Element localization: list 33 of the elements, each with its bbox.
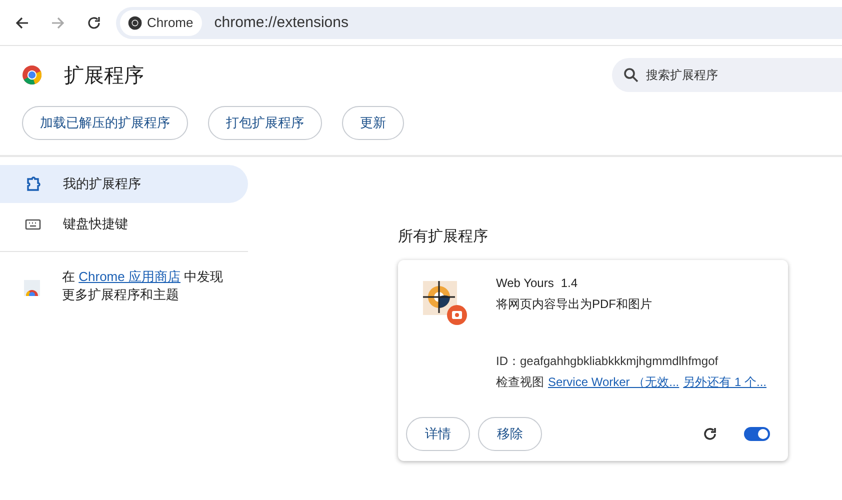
card-button[interactable]: 详情 bbox=[406, 417, 470, 451]
url-text: chrome://extensions bbox=[214, 14, 348, 31]
inspect-link[interactable]: 另外还有 1 个... bbox=[683, 374, 766, 391]
search-icon bbox=[623, 67, 639, 83]
address-bar[interactable]: Chrome chrome://extensions bbox=[116, 6, 842, 38]
extension-description: 将网页内容导出为PDF和图片 bbox=[496, 296, 653, 313]
toolbar-button[interactable]: 更新 bbox=[342, 106, 404, 140]
extension-version: 1.4 bbox=[560, 276, 578, 290]
reload-icon[interactable] bbox=[702, 426, 718, 442]
enable-toggle[interactable] bbox=[744, 427, 770, 441]
extension-name: Web Yours bbox=[496, 276, 554, 290]
toolbar-button[interactable]: 加载已解压的扩展程序 bbox=[22, 106, 188, 140]
section-title: 所有扩展程序 bbox=[398, 227, 489, 246]
chrome-logo-icon bbox=[128, 16, 142, 30]
page-title: 扩展程序 bbox=[64, 64, 144, 88]
back-icon[interactable] bbox=[14, 14, 30, 30]
sidebar-item[interactable]: 我的扩展程序 bbox=[0, 165, 248, 203]
inspect-link[interactable]: Service Worker （无效... bbox=[548, 374, 680, 391]
extension-logo-icon bbox=[422, 280, 468, 326]
extension-id: ID：geafgahhgbkliabkkkmjhgmmdlhfmgof bbox=[496, 353, 720, 370]
reload-icon[interactable] bbox=[86, 14, 102, 30]
chrome-logo-icon bbox=[22, 65, 42, 85]
store-note: 在 Chrome 应用商店 中发现更多扩展程序和主题 bbox=[62, 268, 224, 304]
search-field[interactable]: 搜索扩展程序 bbox=[612, 58, 842, 92]
store-link[interactable]: Chrome 应用商店 bbox=[78, 269, 180, 284]
site-chip[interactable]: Chrome bbox=[120, 10, 202, 36]
card-button[interactable]: 移除 bbox=[478, 417, 542, 451]
store-icon bbox=[24, 280, 40, 296]
inspect-label: 检查视图 bbox=[496, 374, 544, 391]
puzzle-piece-icon bbox=[25, 176, 41, 192]
toolbar-button[interactable]: 打包扩展程序 bbox=[208, 106, 322, 140]
sidebar-item[interactable]: 键盘快捷键 bbox=[0, 205, 248, 243]
chip-label: Chrome bbox=[147, 15, 194, 30]
